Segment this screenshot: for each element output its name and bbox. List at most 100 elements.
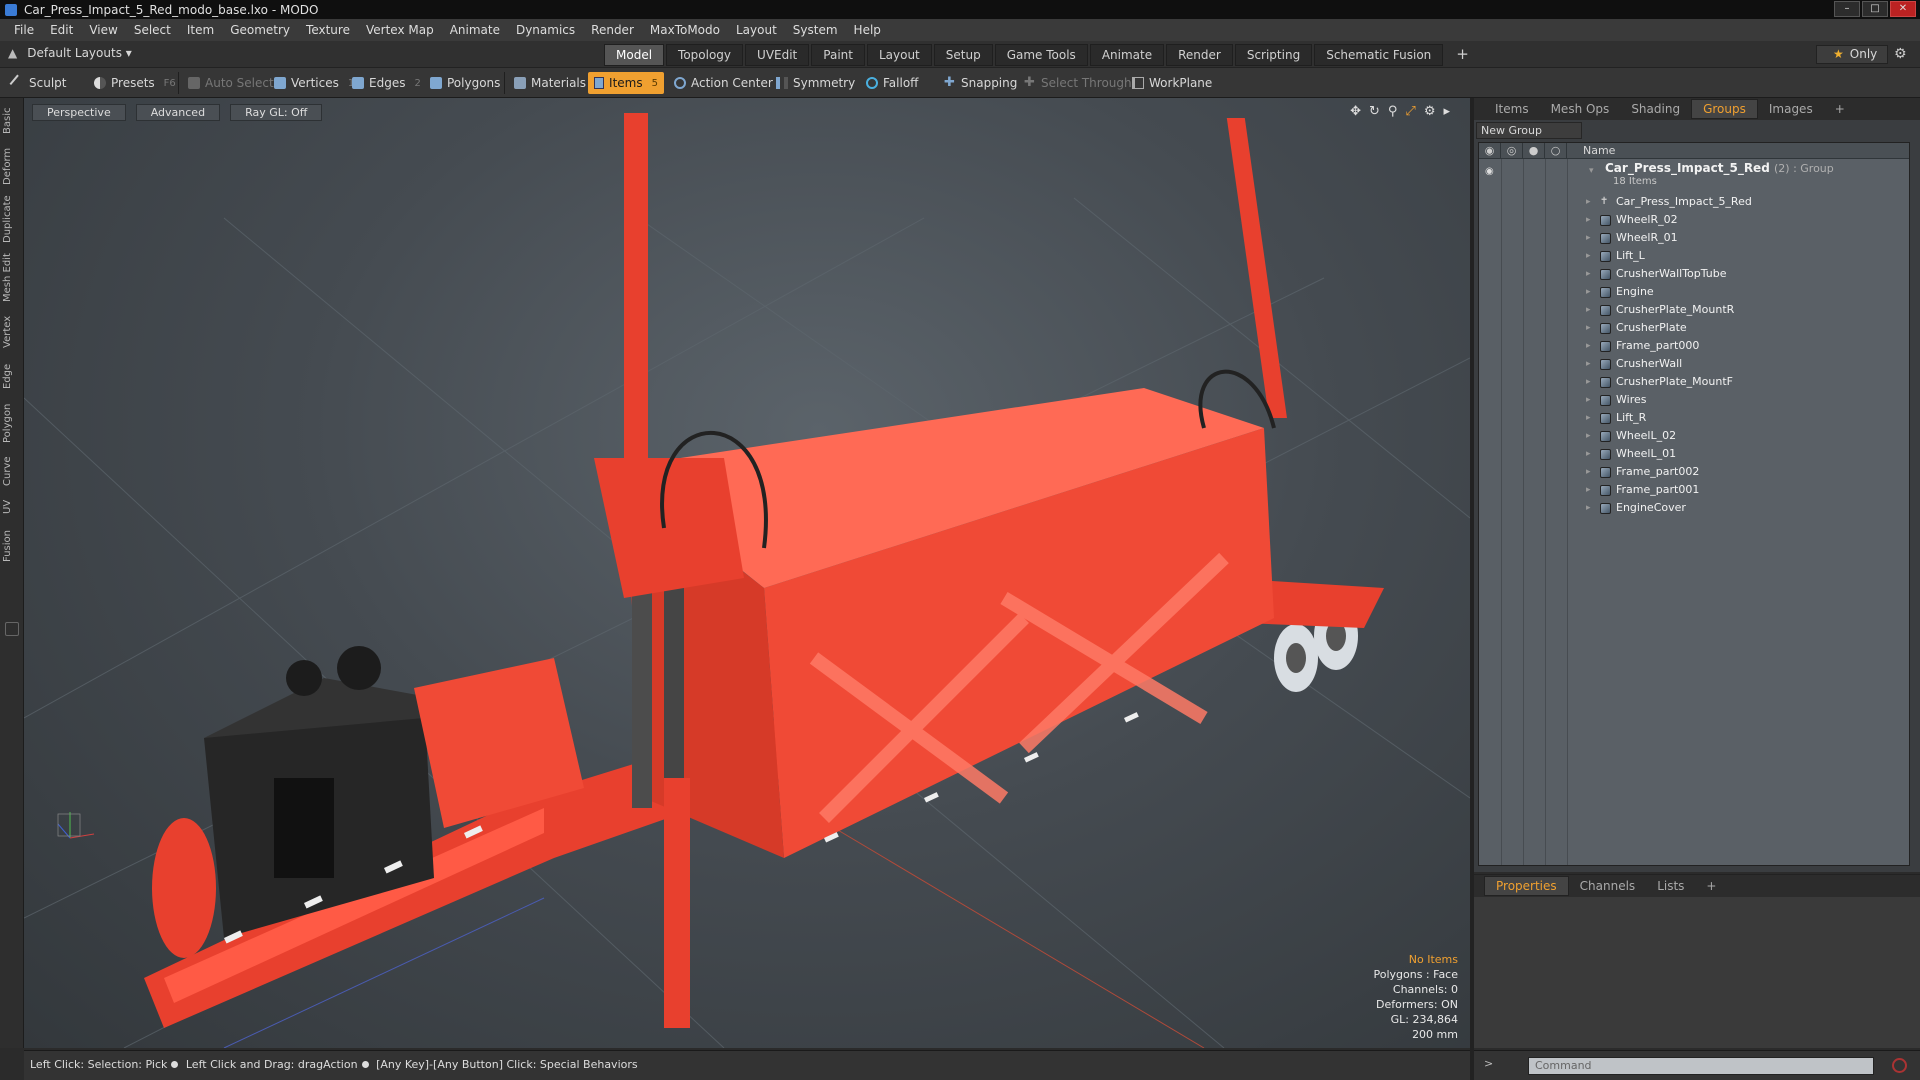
list-item[interactable]: ▸ CrusherWall — [1479, 355, 1909, 373]
menu-edit[interactable]: Edit — [42, 23, 81, 37]
menu-geometry[interactable]: Geometry — [222, 23, 298, 37]
pan-icon[interactable]: ✥ — [1350, 104, 1361, 119]
list-item[interactable]: ▸ Engine — [1479, 283, 1909, 301]
list-item[interactable]: ▸ CrusherPlate_MountR — [1479, 301, 1909, 319]
only-toggle[interactable]: ★ Only — [1816, 45, 1888, 64]
menu-file[interactable]: File — [6, 23, 42, 37]
add-tab-button[interactable]: + — [1445, 44, 1480, 66]
tool-tab-curve[interactable]: Curve — [2, 454, 22, 488]
snapping-button[interactable]: ✚ Snapping — [938, 72, 1023, 94]
tab-lists[interactable]: Lists — [1646, 877, 1695, 895]
list-item[interactable]: ▸ CrusherPlate_MountF — [1479, 373, 1909, 391]
list-item[interactable]: ▸ WheelR_01 — [1479, 229, 1909, 247]
lock-column-icon[interactable]: ● — [1523, 143, 1545, 158]
workplane-button[interactable]: WorkPlane — [1126, 72, 1218, 94]
menu-dynamics[interactable]: Dynamics — [508, 23, 583, 37]
tool-tab-polygon[interactable]: Polygon — [2, 400, 22, 446]
list-item[interactable]: ▸ CrusherPlate — [1479, 319, 1909, 337]
list-item[interactable]: ▸ WheelR_02 — [1479, 211, 1909, 229]
fit-icon[interactable]: ⤢ — [1405, 104, 1415, 119]
tab-topology[interactable]: Topology — [666, 44, 744, 66]
tab-paint[interactable]: Paint — [811, 44, 865, 66]
new-group-button[interactable]: New Group — [1476, 122, 1582, 139]
view-mode-dropdown[interactable]: Perspective — [32, 104, 126, 121]
render-column-icon[interactable]: ◎ — [1501, 143, 1523, 158]
items-button[interactable]: Items 5 — [588, 72, 664, 94]
tab-layout[interactable]: Layout — [866, 44, 932, 66]
action-center-button[interactable]: Action Center — [668, 72, 779, 94]
tool-tab-duplicate[interactable]: Duplicate — [2, 194, 22, 244]
minimize-button[interactable]: – — [1834, 1, 1860, 17]
tab-animate[interactable]: Animate — [1089, 44, 1165, 66]
menu-system[interactable]: System — [785, 23, 846, 37]
list-item[interactable]: ▸ WheelL_02 — [1479, 427, 1909, 445]
tab-properties[interactable]: Properties — [1484, 876, 1569, 896]
tool-tab-vertex[interactable]: Vertex — [2, 312, 22, 352]
menu-item[interactable]: Item — [179, 23, 222, 37]
polygons-button[interactable]: Polygons — [424, 72, 506, 94]
list-item[interactable]: ▸ Frame_part000 — [1479, 337, 1909, 355]
viewport-settings-icon[interactable]: ⚙ — [1424, 104, 1436, 119]
gear-icon[interactable]: ⚙ — [1894, 46, 1907, 62]
viewport-menu-icon[interactable]: ▸ — [1443, 104, 1450, 119]
tool-tab-mesh-edit[interactable]: Mesh Edit — [2, 252, 22, 304]
3d-viewport[interactable]: Perspective Advanced Ray GL: Off ✥ ↻ ⚲ ⤢… — [24, 98, 1470, 1048]
menu-layout[interactable]: Layout — [728, 23, 785, 37]
zoom-icon[interactable]: ⚲ — [1388, 104, 1398, 119]
list-item[interactable]: ▸ Lift_L — [1479, 247, 1909, 265]
falloff-button[interactable]: Falloff — [860, 72, 924, 94]
shading-dropdown[interactable]: Advanced — [135, 104, 221, 121]
menu-texture[interactable]: Texture — [298, 23, 358, 37]
symmetry-button[interactable]: Symmetry — [770, 72, 861, 94]
collapse-icon[interactable]: ▾ — [1589, 162, 1594, 180]
add-properties-tab-button[interactable]: + — [1695, 877, 1727, 895]
rotate-icon[interactable]: ↻ — [1369, 104, 1380, 119]
list-item[interactable]: ▸ Wires — [1479, 391, 1909, 409]
record-macro-icon[interactable] — [1892, 1058, 1907, 1073]
maximize-button[interactable]: □ — [1862, 1, 1888, 17]
menu-select[interactable]: Select — [126, 23, 179, 37]
tab-images[interactable]: Images — [1758, 100, 1824, 118]
visibility-column-icon[interactable]: ◉ — [1479, 143, 1501, 158]
presets-button[interactable]: Presets F6 — [88, 72, 182, 94]
tab-items[interactable]: Items — [1484, 100, 1540, 118]
panel-toggle-icon[interactable] — [5, 622, 19, 636]
tool-tab-edge[interactable]: Edge — [2, 360, 22, 392]
list-item[interactable]: ▸ WheelL_01 — [1479, 445, 1909, 463]
tab-mesh-ops[interactable]: Mesh Ops — [1540, 100, 1621, 118]
select-through-button[interactable]: ✚ Select Through — [1018, 72, 1138, 94]
tab-shading[interactable]: Shading — [1620, 100, 1691, 118]
tab-channels[interactable]: Channels — [1569, 877, 1647, 895]
materials-button[interactable]: Materials — [508, 72, 592, 94]
menu-vertex-map[interactable]: Vertex Map — [358, 23, 442, 37]
menu-maxtomodo[interactable]: MaxToModo — [642, 23, 728, 37]
edges-button[interactable]: Edges 2 — [346, 72, 427, 94]
eye-icon[interactable]: ◉ — [1485, 163, 1494, 181]
group-row[interactable]: ◉ ▾ Car_Press_Impact_5_Red (2) : Group 1… — [1479, 160, 1909, 192]
tab-schematic-fusion[interactable]: Schematic Fusion — [1314, 44, 1444, 66]
command-input[interactable]: Command — [1528, 1057, 1874, 1075]
tab-render[interactable]: Render — [1166, 44, 1233, 66]
list-item[interactable]: ▸ CrusherWallTopTube — [1479, 265, 1909, 283]
layout-selector[interactable]: Default Layouts ▾ — [27, 46, 132, 60]
list-item[interactable]: ▸ EngineCover — [1479, 499, 1909, 517]
tool-tab-deform[interactable]: Deform — [2, 146, 22, 186]
list-item[interactable]: ▸ Frame_part002 — [1479, 463, 1909, 481]
tool-tab-uv[interactable]: UV — [2, 496, 22, 518]
tab-game-tools[interactable]: Game Tools — [994, 44, 1088, 66]
tab-model[interactable]: Model — [604, 44, 665, 66]
menu-view[interactable]: View — [81, 23, 125, 37]
layout-pin-icon[interactable]: ▲ — [8, 46, 17, 60]
command-history-icon[interactable]: > — [1484, 1057, 1493, 1070]
tab-setup[interactable]: Setup — [933, 44, 993, 66]
menu-render[interactable]: Render — [583, 23, 642, 37]
auto-select-button[interactable]: Auto Select — [182, 72, 280, 94]
tab-scripting[interactable]: Scripting — [1234, 44, 1313, 66]
menu-help[interactable]: Help — [846, 23, 889, 37]
sculpt-button[interactable]: Sculpt — [6, 72, 72, 94]
tool-tab-fusion[interactable]: Fusion — [2, 526, 22, 566]
list-item[interactable]: ▸ Lift_R — [1479, 409, 1909, 427]
tool-tab-basic[interactable]: Basic — [2, 106, 22, 136]
list-item[interactable]: ▸ Frame_part001 — [1479, 481, 1909, 499]
close-button[interactable]: ✕ — [1890, 1, 1916, 17]
